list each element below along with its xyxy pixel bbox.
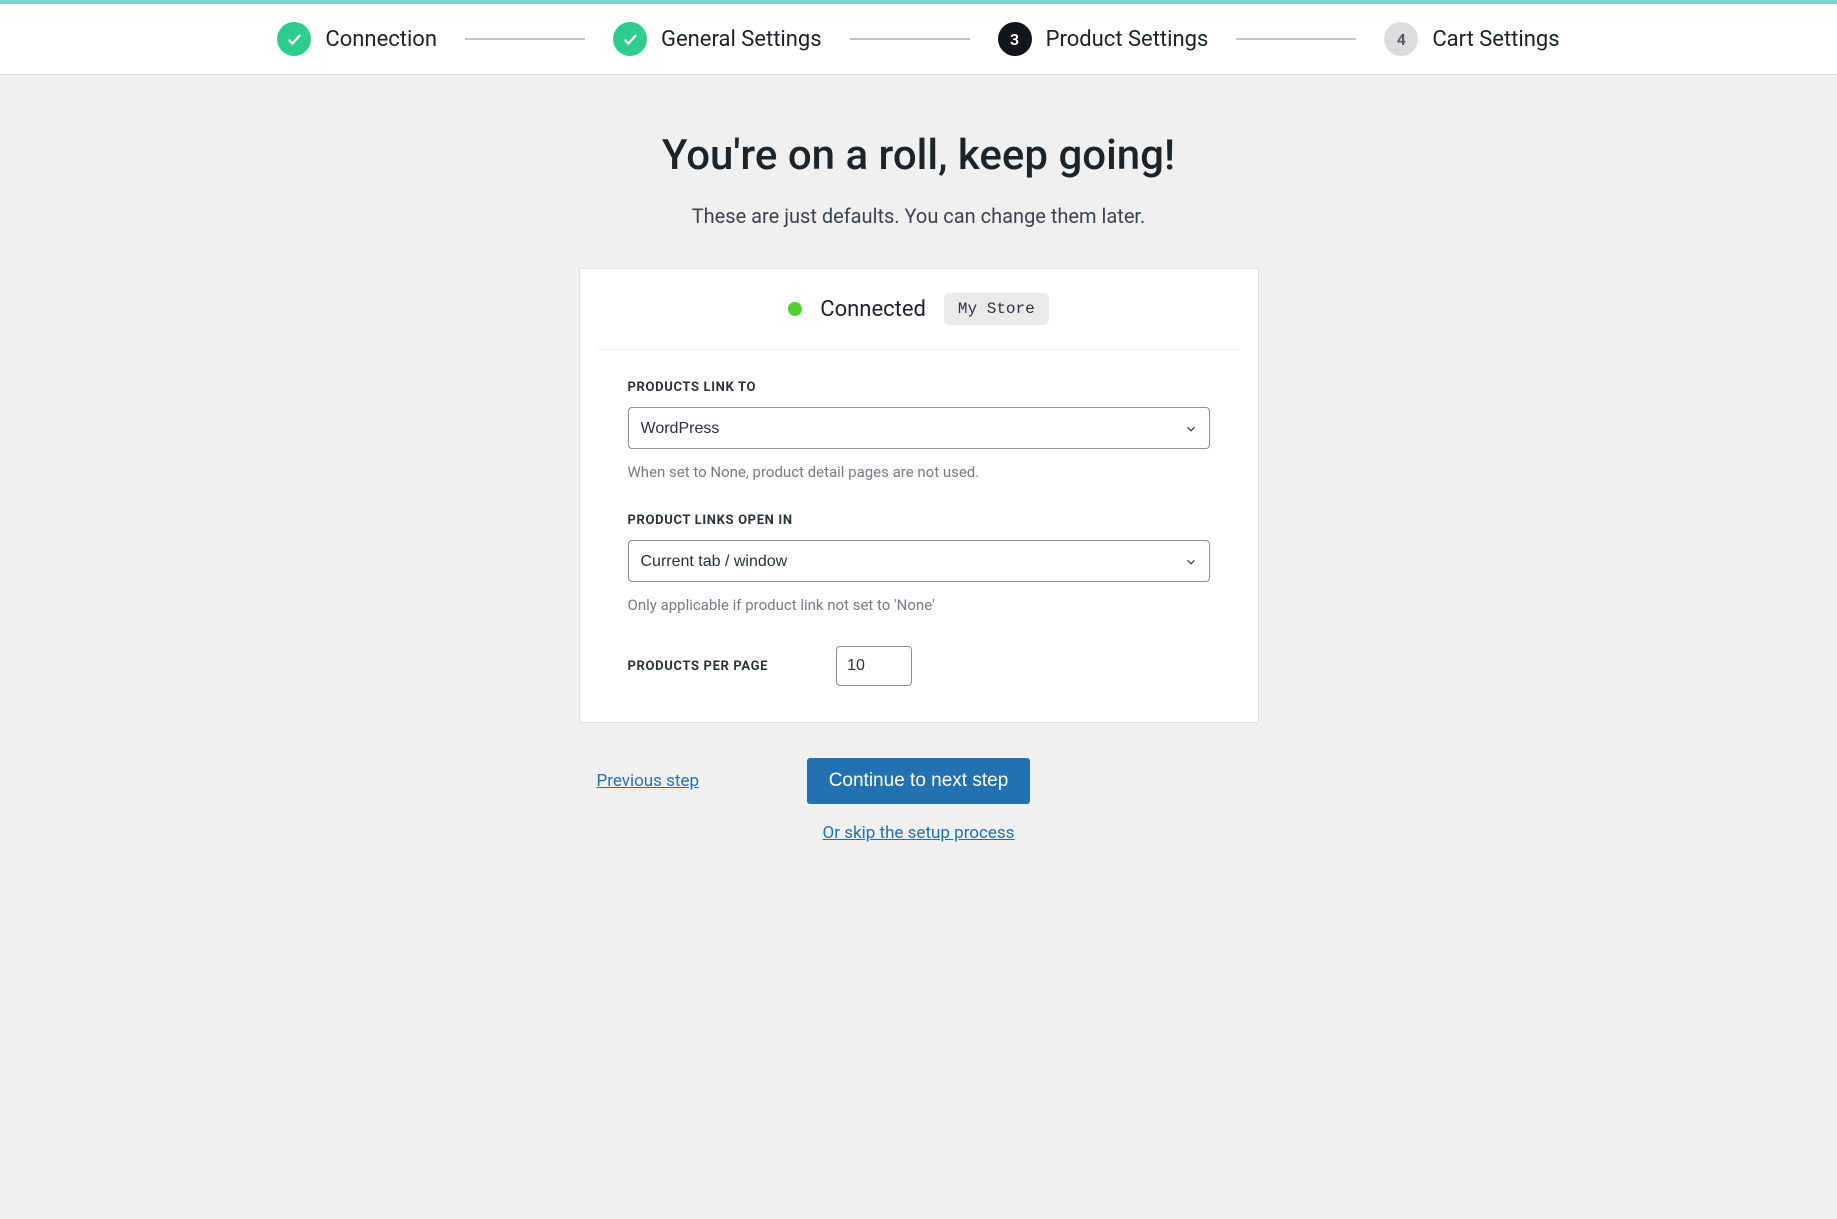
check-icon [277, 22, 311, 56]
step-label: Cart Settings [1432, 27, 1559, 52]
field-label: PRODUCT LINKS OPEN IN [628, 513, 1210, 528]
step-label: General Settings [661, 27, 822, 52]
previous-step-link[interactable]: Previous step [597, 771, 700, 791]
settings-card: Connected My Store PRODUCTS LINK TO Word… [579, 268, 1259, 723]
products-per-page-input[interactable] [836, 646, 912, 686]
step-connection[interactable]: Connection [277, 22, 437, 56]
store-name-chip: My Store [944, 293, 1049, 325]
product-links-open-in-select[interactable]: Current tab / window [628, 540, 1210, 582]
stepper-bar: Connection General Settings 3 Product Se… [0, 4, 1837, 75]
step-label: Product Settings [1046, 27, 1209, 52]
step-label: Connection [325, 27, 437, 52]
field-products-link-to: PRODUCTS LINK TO WordPress When set to N… [628, 380, 1210, 481]
field-label: PRODUCTS PER PAGE [628, 659, 769, 674]
page-body: You're on a roll, keep going! These are … [414, 75, 1424, 883]
page-title: You're on a roll, keep going! [438, 131, 1400, 180]
field-help-text: Only applicable if product link not set … [628, 596, 1210, 614]
field-help-text: When set to None, product detail pages a… [628, 463, 1210, 481]
step-number-badge: 4 [1384, 22, 1418, 56]
step-number-badge: 3 [998, 22, 1032, 56]
connection-status-label: Connected [820, 297, 926, 322]
field-products-per-page: PRODUCTS PER PAGE [628, 646, 1210, 686]
page-subtitle: These are just defaults. You can change … [438, 204, 1400, 228]
status-dot-icon [788, 302, 802, 316]
step-general-settings[interactable]: General Settings [613, 22, 822, 56]
step-product-settings[interactable]: 3 Product Settings [998, 22, 1209, 56]
step-cart-settings[interactable]: 4 Cart Settings [1384, 22, 1559, 56]
step-connector [1236, 38, 1356, 40]
step-connector [465, 38, 585, 40]
field-product-links-open-in: PRODUCT LINKS OPEN IN Current tab / wind… [628, 513, 1210, 614]
continue-button[interactable]: Continue to next step [807, 758, 1031, 804]
check-icon [613, 22, 647, 56]
actions-row: Previous step Continue to next step [579, 757, 1259, 805]
field-label: PRODUCTS LINK TO [628, 380, 1210, 395]
step-connector [850, 38, 970, 40]
connection-status-row: Connected My Store [598, 269, 1240, 350]
products-link-to-select[interactable]: WordPress [628, 407, 1210, 449]
skip-setup-link[interactable]: Or skip the setup process [823, 823, 1015, 843]
